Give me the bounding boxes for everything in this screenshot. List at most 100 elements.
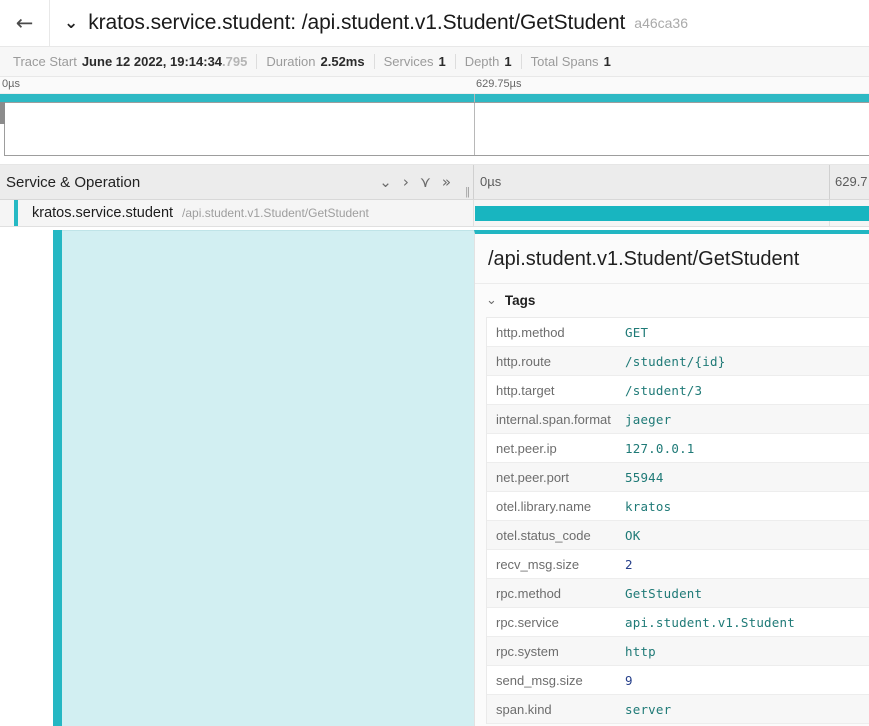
minimap-tick-mid: 629.75µs [476, 78, 522, 90]
timeline-tick-start: 0µs [480, 174, 502, 189]
tag-row: net.peer.port 55944 [487, 463, 869, 492]
column-title: Service & Operation [6, 173, 141, 191]
tag-row: send_msg.size 9 [487, 666, 869, 695]
trace-meta-bar: Trace Start June 12 2022, 19:14:34 .795 … [0, 47, 869, 77]
tag-key: otel.library.name [496, 498, 592, 514]
column-resize-handle[interactable]: || [465, 187, 470, 198]
tag-key: rpc.method [496, 585, 562, 601]
meta-trace-start: Trace Start June 12 2022, 19:14:34 .795 [4, 54, 256, 69]
meta-total-spans: Total Spans 1 [520, 54, 620, 69]
meta-value: 1 [603, 54, 611, 69]
trace-minimap[interactable]: 0µs 629.75µs [0, 77, 869, 165]
tag-value: GET [625, 324, 649, 340]
minimap-body[interactable] [0, 94, 869, 164]
meta-value: 1 [504, 54, 512, 69]
tag-key: http.method [496, 324, 565, 340]
tags-section-label: Tags [504, 293, 536, 308]
minimap-tick-start: 0µs [2, 78, 20, 90]
span-row-label-cell[interactable]: kratos.service.student /api.student.v1.S… [0, 200, 474, 226]
tag-key: net.peer.ip [496, 440, 557, 456]
tag-value: OK [625, 527, 641, 543]
tag-key: rpc.system [496, 643, 559, 659]
double-chevron-down-icon[interactable]: ⋎ [420, 174, 431, 190]
meta-value-fraction: .795 [222, 54, 248, 69]
tag-row: net.peer.ip 127.0.0.1 [487, 434, 869, 463]
span-row[interactable]: kratos.service.student /api.student.v1.S… [0, 200, 869, 227]
meta-label: Depth [464, 54, 500, 69]
tag-row: http.method GET [487, 318, 869, 347]
tags-table: http.method GET http.route/student/{id} htt… [486, 317, 869, 724]
minimap-viewport[interactable] [4, 102, 869, 156]
timeline-tick-mid: 629.7 [835, 174, 868, 189]
span-operation-name: /api.student.v1.Student/GetStudent [182, 206, 369, 220]
tags-section-toggle[interactable]: ⌄ Tags [475, 284, 869, 317]
tag-value: 2 [625, 556, 633, 572]
back-button[interactable]: ← [0, 0, 50, 46]
trace-title-wrap: ⌄ kratos.service.student: /api.student.v… [50, 0, 869, 46]
tag-key: net.peer.port [496, 469, 569, 485]
double-chevron-right-icon[interactable]: » [442, 174, 451, 190]
trace-detail-page: ← ⌄ kratos.service.student: /api.student… [0, 0, 869, 726]
tag-row: rpc.method GetStudent [487, 579, 869, 608]
tag-value: jaeger [625, 411, 672, 427]
span-detail-title: /api.student.v1.Student/GetStudent [475, 234, 869, 284]
tag-row: otel.status_code OK [487, 521, 869, 550]
meta-label: Total Spans [530, 54, 599, 69]
chevron-down-icon: ⌄ [486, 293, 497, 308]
detail-indent-spacer [0, 230, 53, 726]
tag-row: recv_msg.size 2 [487, 550, 869, 579]
tag-value: 127.0.0.1 [625, 440, 695, 456]
minimap-tick-row: 0µs 629.75µs [0, 77, 869, 94]
span-duration-bar[interactable] [475, 206, 869, 221]
timeline-column-header: 0µs 629.7 [474, 165, 869, 199]
tag-row: otel.library.name kratos [487, 492, 869, 521]
tag-key: otel.status_code [496, 527, 591, 543]
meta-label: Services [383, 54, 434, 69]
arrow-left-icon: ← [15, 10, 34, 35]
tag-row: internal.span.format jaeger [487, 405, 869, 434]
detail-accent-bar [53, 230, 62, 726]
meta-value: June 12 2022, 19:14:34 [81, 54, 223, 69]
meta-services: Services 1 [373, 54, 455, 69]
tag-value: 55944 [625, 469, 664, 485]
chevron-down-icon[interactable]: ⌄ [64, 14, 78, 32]
tag-key: http.target [496, 382, 555, 398]
meta-label: Trace Start [13, 54, 77, 69]
span-row-timeline-cell[interactable] [474, 200, 869, 226]
tag-key: span.kind [496, 701, 552, 717]
trace-id: a46ca36 [634, 15, 688, 31]
span-service-name: kratos.service.student [32, 205, 174, 221]
tag-key: recv_msg.size [496, 556, 580, 572]
minimap-drag-handle-left[interactable] [0, 102, 5, 124]
tag-key: rpc.service [496, 614, 559, 630]
meta-duration: Duration 2.52ms [256, 54, 373, 69]
span-row-labels: kratos.service.student /api.student.v1.S… [0, 205, 369, 221]
tag-value: /student/3 [625, 382, 703, 398]
tag-key: send_msg.size [496, 672, 583, 688]
span-table-header: Service & Operation ⌄ › ⋎ » || 0µs 629.7 [0, 165, 869, 200]
meta-depth: Depth 1 [454, 54, 521, 69]
tag-key: http.route [496, 353, 551, 369]
tag-value: server [625, 701, 672, 717]
tag-value: api.student.v1.Student [625, 614, 795, 630]
chevron-right-icon[interactable]: › [403, 174, 409, 190]
chevron-down-icon[interactable]: ⌄ [379, 174, 392, 190]
tag-row: http.route/student/{id} [487, 347, 869, 376]
tag-row: http.target/student/3 [487, 376, 869, 405]
meta-value: 2.52ms [320, 54, 365, 69]
tag-value: GetStudent [625, 585, 703, 601]
span-detail-panel: /api.student.v1.Student/GetStudent ⌄ Tag… [474, 230, 869, 726]
collapse-controls: ⌄ › ⋎ » [379, 174, 451, 190]
span-color-accent [14, 200, 18, 226]
tag-value: kratos [625, 498, 672, 514]
tag-value: /student/{id} [625, 353, 726, 369]
tag-row: span.kind server [487, 695, 869, 724]
trace-header: ← ⌄ kratos.service.student: /api.student… [0, 0, 869, 47]
meta-value: 1 [438, 54, 446, 69]
tag-row: rpc.system http [487, 637, 869, 666]
page-title: kratos.service.student: /api.student.v1.… [88, 11, 626, 34]
service-operation-column-header: Service & Operation ⌄ › ⋎ » || [0, 165, 474, 199]
tag-row: rpc.service api.student.v1.Student [487, 608, 869, 637]
tag-value: http [625, 643, 656, 659]
tag-key: internal.span.format [496, 411, 611, 427]
